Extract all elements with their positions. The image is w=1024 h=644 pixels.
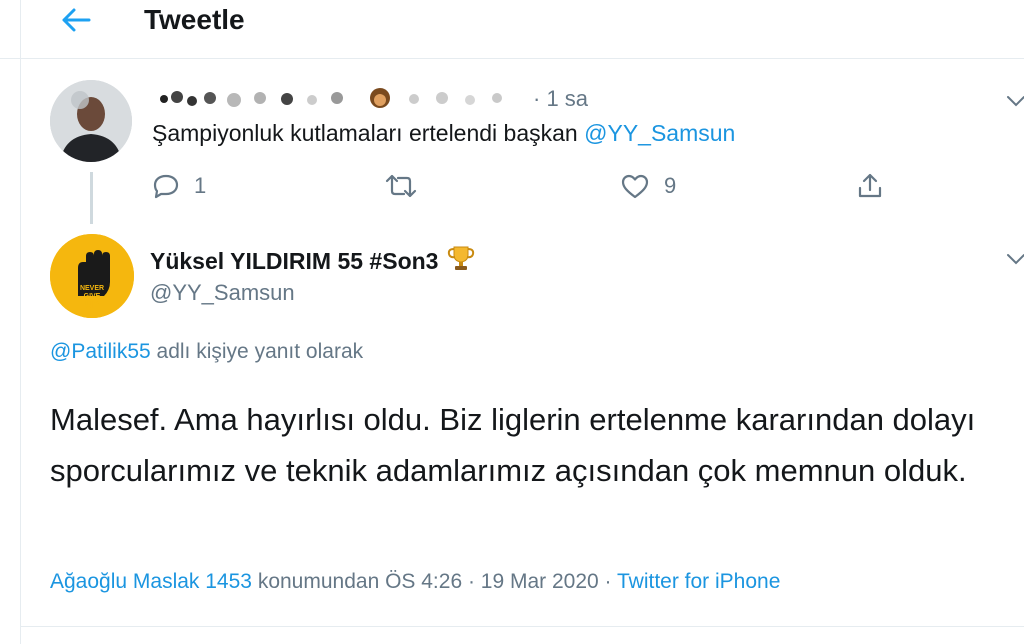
page-header: Tweetle [0, 0, 1024, 59]
parent-tweet-mention-link[interactable]: @YY_Samsun [584, 120, 735, 146]
tweet-meta: Ağaoğlu Maslak 1453 konumundan ÖS 4:26 ·… [50, 570, 780, 594]
page-title: Tweetle [144, 4, 245, 35]
fist-logo-icon: NEVER GIVE UP [50, 234, 134, 318]
reply-button[interactable]: 1 [152, 168, 206, 204]
share-icon [858, 173, 882, 198]
author-name[interactable]: Yüksel YILDIRIM 55 #Son3 [150, 244, 476, 278]
thread-connector [90, 172, 93, 224]
retweet-button[interactable] [384, 168, 432, 204]
location-link[interactable]: Ağaoğlu Maslak 1453 [50, 570, 252, 593]
like-button[interactable]: 9 [620, 168, 676, 204]
heart-icon [621, 174, 649, 199]
tweet-body: Malesef. Ama hayırlısı oldu. Biz ligleri… [50, 402, 976, 488]
chevron-down-icon [1007, 254, 1024, 265]
like-count: 9 [664, 173, 677, 198]
share-button[interactable] [856, 168, 884, 204]
source-link[interactable]: Twitter for iPhone [617, 570, 780, 593]
parent-tweet-header: · 1 sa [152, 84, 588, 114]
svg-text:GIVE: GIVE [84, 293, 101, 300]
reply-icon [153, 174, 179, 199]
reply-mention-link[interactable]: @Patilik55 [50, 340, 151, 363]
main-tweet-avatar[interactable]: NEVER GIVE UP [50, 234, 134, 318]
main-tweet-menu-button[interactable] [1002, 248, 1024, 270]
back-button[interactable] [52, 2, 100, 38]
parent-tweet-text-body: Şampiyonluk kutlamaları ertelendi başkan [152, 120, 585, 146]
parent-tweet-menu-button[interactable] [1002, 90, 1024, 112]
author-handle[interactable]: @YY_Samsun [150, 280, 295, 306]
parent-tweet-time[interactable]: · 1 sa [533, 86, 588, 112]
reply-to-suffix: adlı kişiye yanıt olarak [150, 340, 364, 363]
chevron-down-icon [1007, 96, 1024, 107]
column-border [20, 0, 21, 644]
replying-to: @Patilik55 adlı kişiye yanıt olarak [50, 340, 363, 364]
retweet-icon [385, 174, 417, 198]
svg-text:NEVER: NEVER [80, 285, 104, 292]
divider [20, 626, 1024, 627]
parent-tweet-actions: 1 9 [152, 168, 892, 204]
author-name-text: Yüksel YILDIRIM 55 #Son3 [150, 247, 439, 274]
timestamp-text: konumundan ÖS 4:26 · 19 Mar 2020 · [251, 570, 617, 593]
redacted-author-name [152, 86, 527, 112]
arrow-left-icon [62, 8, 91, 32]
parent-tweet-text: Şampiyonluk kutlamaları ertelendi başkan… [152, 120, 735, 147]
svg-text:UP: UP [85, 300, 99, 311]
parent-tweet-avatar[interactable] [50, 80, 132, 162]
trophy-icon [446, 244, 476, 278]
tweet-page: Tweetle · 1 sa Şampiyonluk kutlamaları e… [0, 0, 1024, 644]
person-photo-icon [50, 80, 132, 162]
reply-count: 1 [194, 173, 207, 198]
